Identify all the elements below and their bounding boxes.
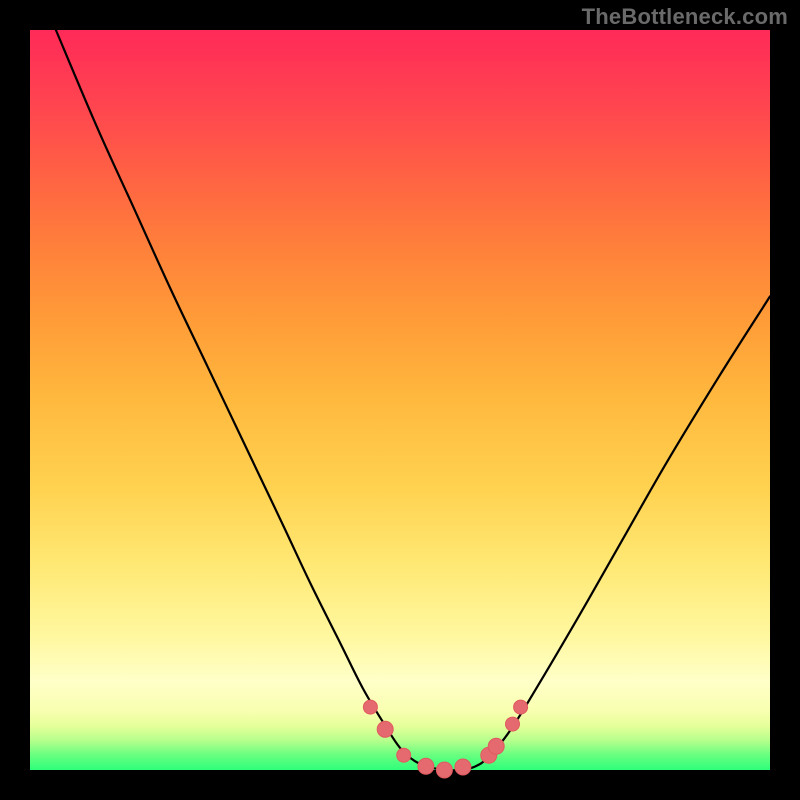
bottleneck-curve xyxy=(56,30,770,770)
marker-point xyxy=(397,748,411,762)
marker-point xyxy=(436,762,452,778)
marker-point xyxy=(418,758,434,774)
marker-point xyxy=(377,721,393,737)
marker-point xyxy=(488,738,504,754)
marker-point xyxy=(506,717,520,731)
marker-point xyxy=(455,759,471,775)
marker-point xyxy=(514,700,528,714)
marker-point xyxy=(363,700,377,714)
chart-frame: TheBottleneck.com xyxy=(0,0,800,800)
watermark-text: TheBottleneck.com xyxy=(582,4,788,30)
chart-svg xyxy=(30,30,770,770)
